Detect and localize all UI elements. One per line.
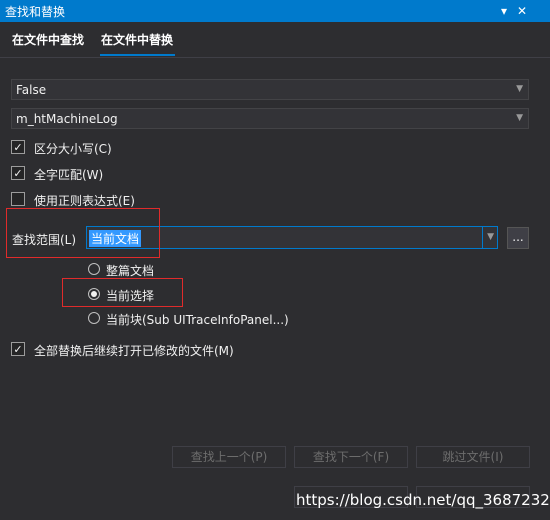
dropdown-icon[interactable]: ▾ [496,3,512,19]
replace-with-value: m_htMachineLog [16,112,118,126]
chevron-down-icon[interactable]: ▼ [516,113,523,123]
title-bar: 查找和替换 ▾ ✕ [0,0,550,22]
current-block-radio[interactable] [88,312,100,324]
entire-document-label: 整篇文档 [106,264,155,278]
current-block-label: 当前块(Sub UITraceInfoPanel...) [106,313,289,327]
match-case-checkbox[interactable]: ✓ [11,140,25,154]
annotation-highlight-scope [6,208,160,258]
skip-file-button[interactable]: 跳过文件(I) [416,446,530,468]
chevron-down-icon[interactable]: ▼ [516,84,523,94]
tab-replace-in-files[interactable]: 在文件中替换 [101,31,173,48]
active-tab-indicator [100,54,175,56]
find-previous-button[interactable]: 查找上一个(P) [172,446,286,468]
watermark-text: https://blog.csdn.net/qq_36872323 [296,491,550,509]
browse-button[interactable]: ... [507,227,529,249]
regex-label: 使用正则表达式(E) [34,194,135,208]
combo-separator [482,227,483,248]
find-what-value: False [16,83,47,97]
keep-files-open-label: 全部替换后继续打开已修改的文件(M) [34,344,234,358]
whole-word-checkbox[interactable]: ✓ [11,166,25,180]
match-case-label: 区分大小写(C) [34,142,112,156]
replace-with-combo[interactable]: m_htMachineLog ▼ [11,108,529,129]
tab-find-in-files[interactable]: 在文件中查找 [12,31,84,48]
find-what-combo[interactable]: False ▼ [11,79,529,100]
entire-document-radio[interactable] [88,263,100,275]
window-title: 查找和替换 [5,5,66,19]
close-icon[interactable]: ✕ [514,3,530,19]
regex-checkbox[interactable] [11,192,25,206]
whole-word-label: 全字匹配(W) [34,168,104,182]
annotation-highlight-selection [62,278,183,307]
find-next-button[interactable]: 查找下一个(F) [294,446,408,468]
tab-divider [0,57,550,58]
keep-files-open-checkbox[interactable]: ✓ [11,342,25,356]
chevron-down-icon[interactable]: ▼ [487,232,494,242]
